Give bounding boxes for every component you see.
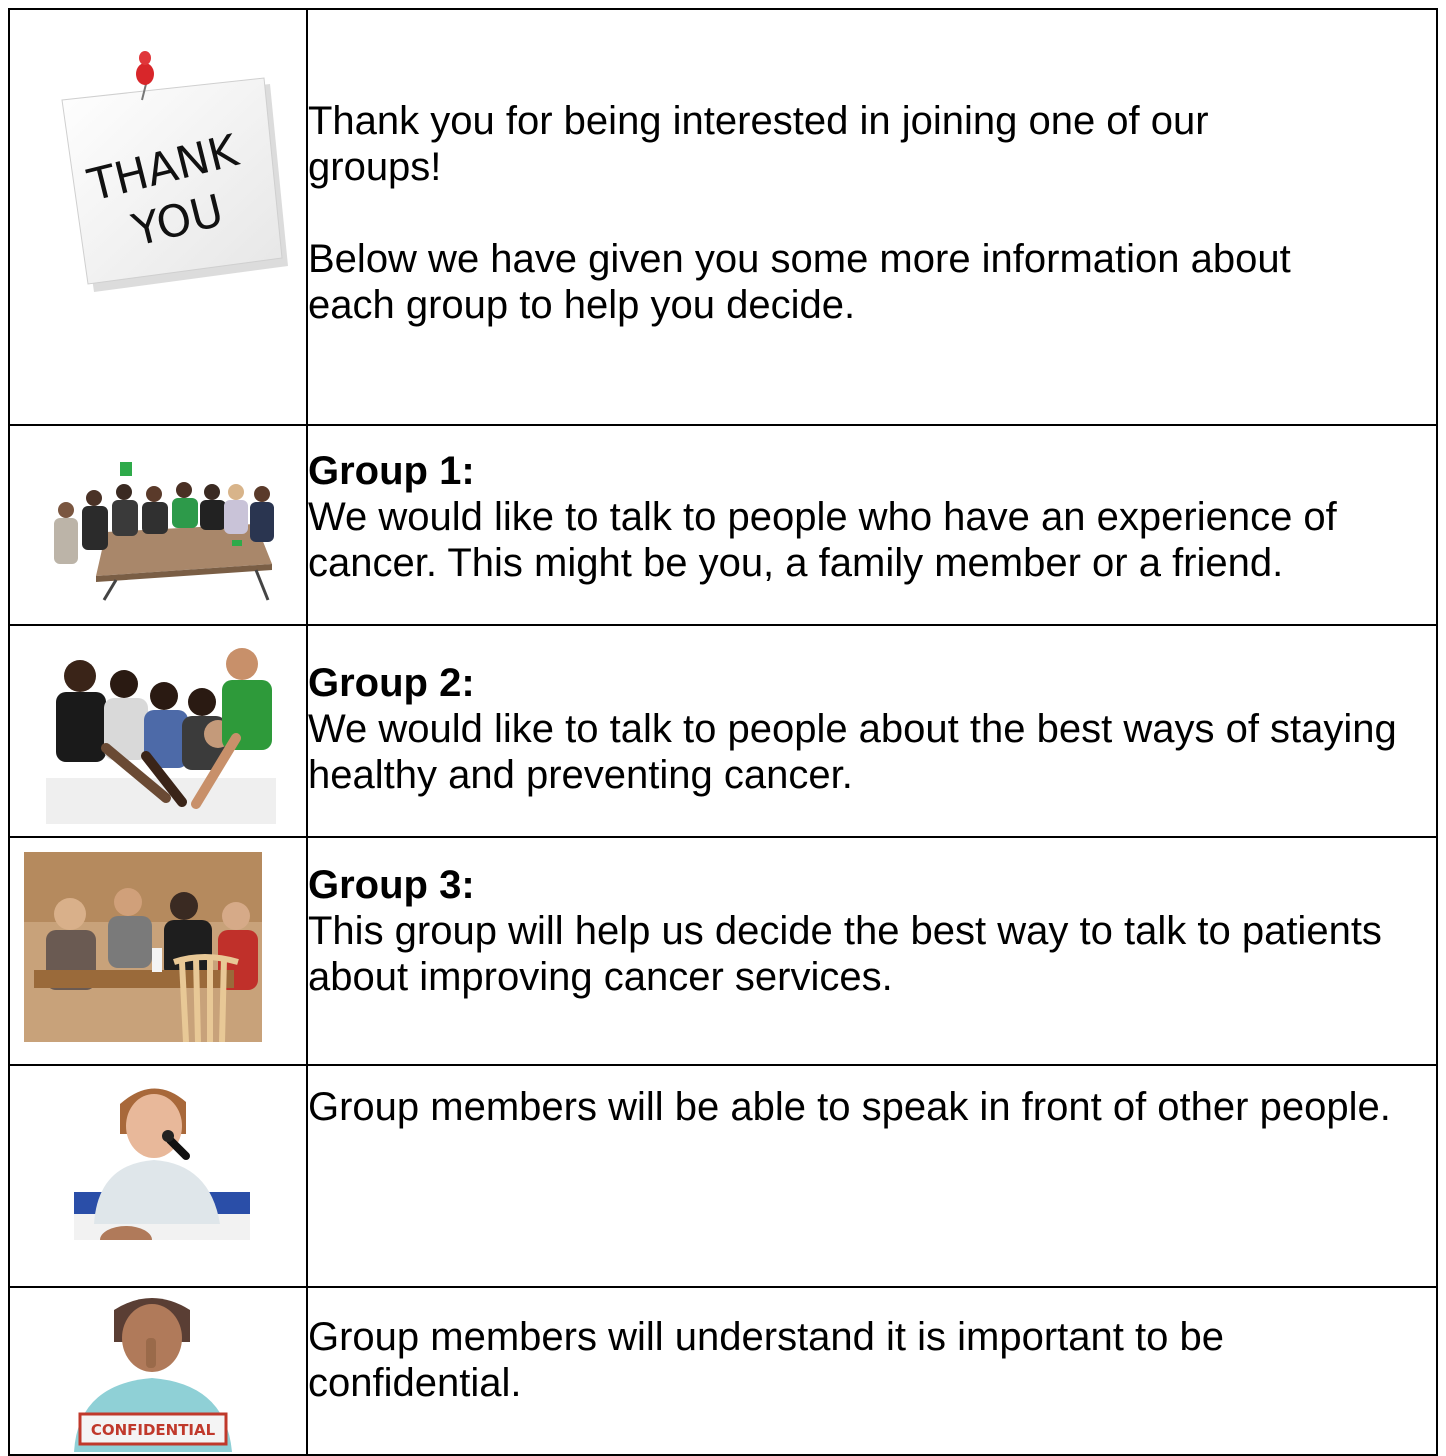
intro-paragraph-1: Thank you for being interested in joinin… [308, 99, 1209, 189]
group-1-heading: Group 1: [308, 449, 475, 493]
table-row: CONFIDENTIAL Group members will understa… [8, 1286, 1438, 1456]
table-row: THANK YOU Thank you for being interested… [8, 8, 1438, 426]
cafe-table-image [24, 852, 262, 1042]
speaking-text: Group members will be able to speak in f… [308, 1085, 1391, 1129]
text-cell: Group members will understand it is impo… [306, 1286, 1438, 1456]
table-row: Group 1: We would like to talk to people… [8, 424, 1438, 626]
image-cell: THANK YOU [8, 8, 308, 426]
text-cell: Group 3: This group will help us decide … [306, 836, 1438, 1066]
microphone-icon [166, 1136, 190, 1160]
group-3-text: This group will help us decide the best … [308, 909, 1382, 999]
intro-paragraph-2: Below we have given you some more inform… [308, 237, 1291, 327]
confidential-image: CONFIDENTIAL [74, 1298, 232, 1452]
image-cell: CONFIDENTIAL [8, 1286, 308, 1456]
image-cell [8, 836, 308, 1066]
group-2-text: We would like to talk to people about th… [308, 707, 1397, 797]
group-1-text: We would like to talk to people who have… [308, 495, 1337, 585]
text-cell: Group 2: We would like to talk to people… [306, 624, 1438, 838]
group-hands-image [46, 648, 276, 824]
meeting-table-image [54, 462, 274, 601]
text-cell: Thank you for being interested in joinin… [306, 8, 1438, 426]
table-row: Group 3: This group will help us decide … [8, 836, 1438, 1066]
text-cell: Group 1: We would like to talk to people… [306, 424, 1438, 626]
confidential-text: Group members will understand it is impo… [308, 1315, 1224, 1405]
table-row: Group 2: We would like to talk to people… [8, 624, 1438, 838]
woman-speaking-image [74, 1088, 250, 1240]
thank-you-note-image: THANK YOU [61, 51, 288, 292]
image-cell [8, 1064, 308, 1288]
image-cell [8, 624, 308, 838]
info-table: THANK YOU Thank you for being interested… [8, 8, 1438, 1456]
group-3-heading: Group 3: [308, 863, 475, 907]
finger-on-lips [146, 1338, 156, 1368]
image-cell [8, 424, 308, 626]
text-cell: Group members will be able to speak in f… [306, 1064, 1438, 1288]
confidential-sign-label: CONFIDENTIAL [91, 1421, 216, 1439]
table-row: Group members will be able to speak in f… [8, 1064, 1438, 1288]
group-2-heading: Group 2: [308, 661, 475, 705]
